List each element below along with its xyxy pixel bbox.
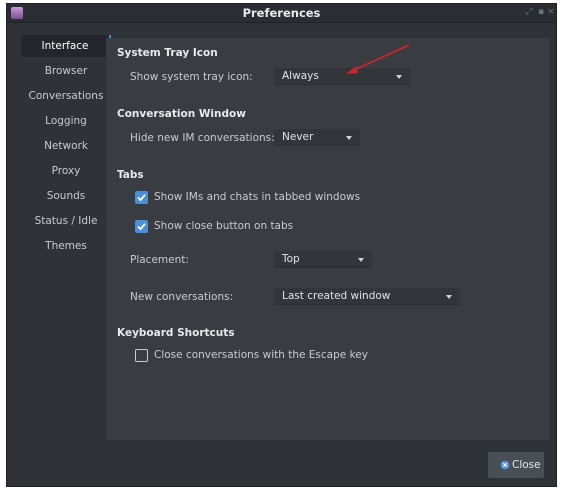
sidebar-item-sounds[interactable]: Sounds (21, 185, 111, 210)
new-conversations-label: New conversations: (130, 291, 234, 303)
escape-key-checkbox[interactable] (135, 349, 148, 362)
minimize-icon[interactable]: ⤢ (524, 7, 534, 17)
interface-settings-panel: System Tray Icon Show system tray icon: … (106, 38, 550, 440)
tray-heading: System Tray Icon (117, 47, 218, 59)
sidebar-item-proxy[interactable]: Proxy (21, 160, 111, 185)
hide-new-im-label: Hide new IM conversations: (130, 132, 275, 144)
conv-window-heading: Conversation Window (117, 108, 246, 120)
close-button-tabs-label: Show close button on tabs (154, 220, 294, 232)
hide-new-im-value: Never (282, 131, 314, 143)
tray-icon-select[interactable]: Always (274, 68, 410, 85)
sidebar: Interface Browser Conversations Logging … (21, 35, 111, 260)
chevron-down-icon (446, 295, 452, 299)
tabbed-windows-checkbox[interactable] (135, 191, 148, 204)
placement-value: Top (282, 253, 300, 265)
hide-new-im-select[interactable]: Never (274, 129, 360, 146)
tray-label: Show system tray icon: (130, 71, 253, 83)
sidebar-item-interface[interactable]: Interface (21, 35, 111, 57)
maximize-icon[interactable]: ▪ (536, 7, 546, 17)
sidebar-item-status-idle[interactable]: Status / Idle (21, 210, 111, 235)
close-button-label: Close (512, 459, 541, 471)
window-title: Preferences (242, 6, 321, 20)
close-icon[interactable]: × (546, 7, 556, 17)
tray-select-value: Always (282, 70, 319, 82)
shortcuts-heading: Keyboard Shortcuts (117, 327, 235, 339)
chevron-down-icon (358, 258, 364, 262)
chevron-down-icon (346, 136, 352, 140)
sidebar-item-network[interactable]: Network (21, 135, 111, 160)
sidebar-item-browser[interactable]: Browser (21, 60, 111, 85)
checkmark-icon (137, 194, 146, 202)
title-bar[interactable]: Preferences ⤢ ▪ × (7, 4, 556, 23)
new-conversations-select[interactable]: Last created window (274, 288, 460, 305)
sidebar-item-conversations[interactable]: Conversations (21, 85, 111, 110)
close-icon (500, 460, 510, 470)
tabs-heading: Tabs (117, 169, 144, 181)
new-conversations-value: Last created window (282, 290, 391, 302)
placement-select[interactable]: Top (274, 251, 372, 268)
tabbed-windows-label: Show IMs and chats in tabbed windows (154, 191, 361, 203)
close-button[interactable]: Close (488, 452, 544, 478)
escape-key-label: Close conversations with the Escape key (154, 349, 368, 361)
sidebar-item-logging[interactable]: Logging (21, 110, 111, 135)
sidebar-item-themes[interactable]: Themes (21, 235, 111, 260)
chevron-down-icon (396, 75, 402, 79)
close-button-tabs-checkbox[interactable] (135, 220, 148, 233)
preferences-window: Preferences ⤢ ▪ × Interface Browser Conv… (6, 3, 557, 487)
checkmark-icon (137, 223, 146, 231)
placement-label: Placement: (130, 254, 189, 266)
